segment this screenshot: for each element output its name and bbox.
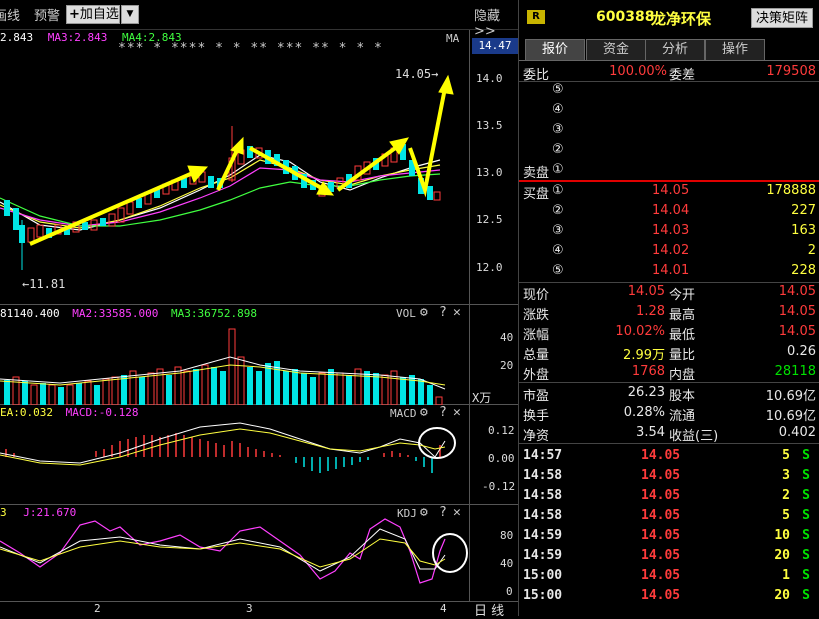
ma-line-yellow xyxy=(0,159,441,229)
weicha-value: 179508 xyxy=(766,64,816,79)
tick-list[interactable]: 14:57 14.05 5 S 14:58 14.05 3 S 14:58 14… xyxy=(519,446,819,616)
stock-name: 龙净环保 xyxy=(651,10,712,28)
kdj-panel: 3 J:21.670 KDJ ⚙ ? ✕ 80 40 0 xyxy=(0,505,518,602)
time-tick: 4 xyxy=(440,602,447,615)
chart-area[interactable]: 画线 预警 +加自选 ▼ 隐藏>> 2.843 MA3:2.843 MA4:2.… xyxy=(0,0,518,619)
tick-row: 14:58 14.05 3 S xyxy=(523,468,810,483)
plus-icon: + xyxy=(69,7,80,22)
price-tick: 13.5 xyxy=(476,119,503,132)
tick-row: 14:59 14.05 10 S xyxy=(523,528,810,543)
tab-quote[interactable]: 报价 xyxy=(525,39,585,60)
time-axis: 2 3 4 日 线 xyxy=(0,600,518,619)
weibi-value: 100.00% xyxy=(609,64,667,79)
buy-row: ④ 14.02 2 xyxy=(552,243,816,258)
sell-level-1: 卖盘 ① xyxy=(523,162,564,181)
kdj-k-line xyxy=(0,528,446,572)
price-tick: 12.5 xyxy=(476,213,503,226)
add-watchlist-dropdown[interactable]: ▼ xyxy=(121,5,139,24)
add-watchlist-button[interactable]: +加自选 xyxy=(66,5,120,24)
sell-level-4: ④ xyxy=(552,102,564,117)
vol-unit: X万 xyxy=(472,391,492,405)
macd-tick: -0.12 xyxy=(482,480,516,493)
weibi-row: 委比 100.00% 委差 179508 xyxy=(519,62,819,83)
tab-funds[interactable]: 资金 xyxy=(586,39,646,60)
draw-line-button[interactable]: 画线 xyxy=(0,5,20,24)
macd-tick: 0.12 xyxy=(488,424,515,437)
stats-row: 涨幅 10.02% 最低 14.05 xyxy=(523,324,816,343)
time-tick: 3 xyxy=(246,602,253,615)
price-panel: 2.843 MA3:2.843 MA4:2.843 MA *** * **** … xyxy=(0,30,518,305)
decision-matrix-button[interactable]: 决策矩阵 xyxy=(751,8,813,28)
alert-button[interactable]: 预警 xyxy=(34,5,60,24)
tick-row: 14:59 14.05 20 S xyxy=(523,548,810,563)
tick-row: 14:58 14.05 2 S xyxy=(523,488,810,503)
candlestick-chart xyxy=(0,74,454,270)
tab-analysis[interactable]: 分析 xyxy=(645,39,705,60)
kdj-tick: 40 xyxy=(500,557,514,570)
tabs-underline xyxy=(519,60,819,61)
kdj-chart xyxy=(0,518,468,584)
kdj-tick: 0 xyxy=(506,585,513,598)
candles xyxy=(4,126,441,270)
stock-code: 600388 xyxy=(596,9,655,25)
volume-chart xyxy=(0,328,446,405)
tab-operations[interactable]: 操作 xyxy=(705,39,765,60)
macd-tick: 0.00 xyxy=(488,452,515,465)
sell-level-3: ③ xyxy=(552,122,564,137)
buy-row: ⑤ 14.01 228 xyxy=(552,263,816,278)
macd-panel: EA:0.032 MACD:-0.128 MACD ⚙ ? ✕ 0.12 0.0… xyxy=(0,405,518,505)
macd-bars xyxy=(5,433,441,473)
buy-row: 买盘 ① 14.05 178888 xyxy=(523,183,816,202)
kdj-j-line xyxy=(0,518,446,584)
fund-row: 净资 3.54 收益(三) 0.402 xyxy=(523,425,816,444)
tick-row: 15:00 14.05 1 S xyxy=(523,568,810,583)
price-tick: 14.0 xyxy=(476,72,503,85)
volume-panel: 81140.400 MA2:33585.000 MA3:36752.898 VO… xyxy=(0,305,518,405)
period-selector[interactable]: 日 线 xyxy=(474,600,504,619)
price-tick: 13.0 xyxy=(476,166,503,179)
stats-row: 涨跌 1.28 最高 14.05 xyxy=(523,304,816,323)
current-price-tag: 14.47 xyxy=(472,38,518,54)
macd-dea-line xyxy=(0,428,446,466)
fund-row: 市盈 26.23 股本 10.69亿 xyxy=(523,385,816,404)
tick-row: 14:57 14.05 5 S xyxy=(523,448,810,463)
time-tick: 2 xyxy=(94,602,101,615)
price-tick: 12.0 xyxy=(476,261,503,274)
kdj-tick: 80 xyxy=(500,529,514,542)
divider xyxy=(519,443,819,444)
sell-level-2: ② xyxy=(552,142,564,157)
stats-row: 总量 2.99万 量比 0.26 xyxy=(523,344,816,363)
vol-tick: 40 xyxy=(500,331,514,344)
tick-row: 14:58 14.05 5 S xyxy=(523,508,810,523)
tick-row: 15:00 14.05 20 S xyxy=(523,588,810,603)
vol-tick: 20 xyxy=(500,359,514,372)
fund-row: 换手 0.28% 流通 10.69亿 xyxy=(523,405,816,424)
chart-toolbar: 画线 预警 +加自选 ▼ 隐藏>> xyxy=(0,0,518,39)
trend-arrows xyxy=(29,74,454,246)
ma-line-magenta xyxy=(0,167,441,227)
buy-row: ③ 14.03 163 xyxy=(552,223,816,238)
macd-dif-line xyxy=(0,422,446,464)
r-badge: R xyxy=(527,10,545,24)
buy-row: ② 14.04 227 xyxy=(552,203,816,218)
chevron-down-icon: ▼ xyxy=(126,9,134,19)
kdj-highlight-circle xyxy=(432,533,468,573)
stock-header: R 600388 龙净环保 决策矩阵 xyxy=(519,0,819,36)
macd-chart xyxy=(0,422,456,473)
sell-level-5: ⑤ xyxy=(552,82,564,97)
stats-row: 现价 14.05 今开 14.05 xyxy=(523,284,816,303)
stats-row: 外盘 1768 内盘 28118 xyxy=(523,364,816,383)
quote-panel: R 600388 龙净环保 决策矩阵 报价 资金 分析 操作 委比 100.00… xyxy=(518,0,819,616)
volume-bars xyxy=(4,328,443,405)
